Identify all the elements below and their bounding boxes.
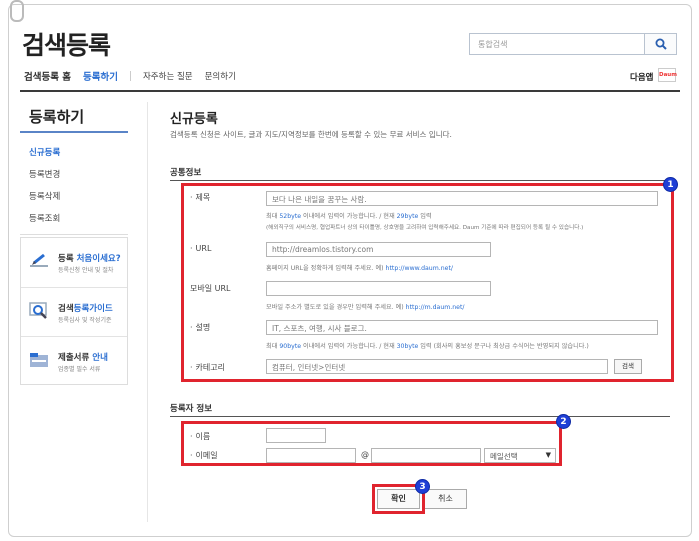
sidebar-item-change[interactable]: 등록변경 [29, 168, 60, 190]
promo-title-text: 검색 [58, 304, 74, 314]
annotation-badge-2: 2 [556, 414, 571, 429]
section-common-rule [170, 180, 670, 181]
content-divider [147, 102, 148, 522]
nav-faq[interactable]: 자주하는 질문 [143, 70, 193, 82]
daum-app-link[interactable]: 다음앱 [630, 71, 653, 83]
annotation-badge-3: 3 [415, 479, 430, 494]
page-description: 검색등록 신청은 사이트, 글과 지도/지역정보를 한번에 등록할 수 있는 무… [170, 130, 452, 139]
promo-title-highlight: 등록가이드 [73, 304, 113, 314]
pencil-icon [30, 253, 48, 267]
search-input[interactable]: 통합검색 [469, 33, 645, 55]
sidebar-title-underline [20, 131, 128, 133]
promo-guide[interactable]: 검색등록가이드 등록심사 및 작성기준 [21, 287, 127, 335]
promo-documents-sub: 업종별 필수 서류 [58, 366, 101, 373]
section-registrant-rule [170, 416, 670, 417]
promo-first-time-sub: 등록신청 안내 및 절차 [58, 267, 114, 274]
top-nav: 검색등록 홈 등록하기 자주하는 질문 문의하기 [24, 69, 248, 83]
sidebar-title: 등록하기 [29, 108, 85, 126]
promo-first-time[interactable]: 등록 처음이세요? 등록신청 안내 및 절차 [21, 238, 127, 286]
paperclip-icon [10, 0, 24, 22]
promo-guide-sub: 등록심사 및 작성기준 [58, 317, 112, 324]
sidebar-item-lookup[interactable]: 등록조회 [29, 212, 60, 234]
promo-title-text: 등록 [58, 254, 77, 264]
daum-logo-icon[interactable]: Daum [658, 68, 677, 82]
folder-icon [30, 353, 48, 367]
sidebar-item-new[interactable]: 신규등록 [29, 146, 60, 168]
promo-title-text: 제출서류 [58, 353, 93, 363]
sidebar-menu: 신규등록 등록변경 등록삭제 등록조회 [29, 146, 60, 234]
section-common-title: 공통정보 [170, 168, 202, 178]
page-title: 신규등록 [170, 112, 218, 127]
site-logo[interactable]: 검색등록 [22, 26, 111, 62]
section-registrant-title: 등록자 정보 [170, 404, 213, 414]
nav-contact[interactable]: 문의하기 [205, 70, 236, 82]
promo-title-highlight: 안내 [92, 353, 108, 363]
promo-documents-title: 제출서류 안내 [58, 351, 108, 363]
annotation-badge-1: 1 [663, 177, 678, 192]
promo-first-time-title: 등록 처음이세요? [58, 252, 121, 264]
promo-guide-title: 검색등록가이드 [58, 302, 113, 314]
highlight-box-2 [181, 421, 562, 466]
highlight-box-1 [181, 183, 674, 382]
promo-title-highlight: 처음이세요? [76, 254, 121, 264]
nav-register[interactable]: 등록하기 [83, 69, 118, 83]
nav-divider [129, 71, 131, 81]
search-icon [655, 38, 667, 50]
magnifier-icon [29, 302, 47, 319]
cancel-button[interactable]: 취소 [424, 489, 467, 509]
header-divider [20, 90, 680, 92]
search-button[interactable] [645, 33, 677, 55]
promo-documents[interactable]: 제출서류 안내 업종별 필수 서류 [21, 336, 127, 384]
sidebar-item-delete[interactable]: 등록삭제 [29, 190, 60, 212]
nav-home[interactable]: 검색등록 홈 [24, 69, 71, 83]
sidebar-divider [20, 234, 128, 235]
sidebar-promos: 등록 처음이세요? 등록신청 안내 및 절차 검색등록가이드 등록심사 및 작성… [20, 237, 128, 385]
